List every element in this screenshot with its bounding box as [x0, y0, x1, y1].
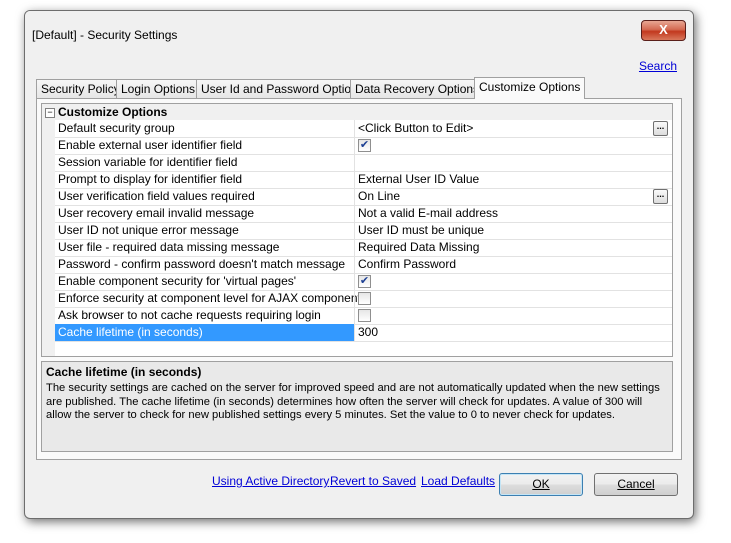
property-value[interactable]: Confirm Password: [358, 257, 456, 271]
column-divider: [354, 188, 355, 205]
edit-ellipsis-button[interactable]: ...: [653, 189, 668, 204]
property-checkbox[interactable]: [358, 309, 371, 322]
revert-to-saved-link[interactable]: Revert to Saved: [330, 474, 416, 488]
property-row[interactable]: Password - confirm password doesn't matc…: [55, 256, 672, 274]
column-divider: [354, 256, 355, 273]
close-icon: X: [659, 22, 668, 37]
property-checkbox[interactable]: [358, 292, 371, 305]
property-grid: − Customize Options Default security gro…: [41, 103, 673, 357]
column-divider: [354, 154, 355, 171]
tab-login-options[interactable]: Login Options: [116, 79, 201, 98]
column-divider: [354, 290, 355, 307]
tab-security-policy[interactable]: Security Policy: [36, 79, 125, 98]
column-divider: [354, 273, 355, 290]
ok-label: OK: [532, 477, 550, 491]
property-row[interactable]: User verification field values required O…: [55, 188, 672, 206]
property-row[interactable]: User ID not unique error message User ID …: [55, 222, 672, 240]
using-active-directory-link[interactable]: Using Active Directory: [212, 474, 329, 488]
property-name: Default security group: [58, 121, 175, 135]
property-name: Enforce security at component level for …: [58, 291, 367, 305]
edit-ellipsis-button[interactable]: ...: [653, 121, 668, 136]
property-row[interactable]: Enforce security at component level for …: [55, 290, 672, 308]
description-title: Cache lifetime (in seconds): [46, 365, 202, 379]
property-checkbox[interactable]: ✔: [358, 275, 371, 288]
tab-user-id-password-options[interactable]: User Id and Password Options: [196, 79, 369, 98]
property-value[interactable]: Required Data Missing: [358, 240, 479, 254]
property-row[interactable]: Ask browser to not cache requests requir…: [55, 307, 672, 325]
cancel-button[interactable]: Cancel: [594, 473, 678, 496]
property-row[interactable]: User file - required data missing messag…: [55, 239, 672, 257]
column-divider: [354, 324, 355, 341]
property-name: User file - required data missing messag…: [58, 240, 280, 254]
property-name: Ask browser to not cache requests requir…: [58, 308, 321, 322]
column-divider: [354, 205, 355, 222]
column-divider: [354, 137, 355, 154]
property-value[interactable]: User ID must be unique: [358, 223, 484, 237]
property-name: User recovery email invalid message: [58, 206, 255, 220]
column-divider: [354, 120, 355, 137]
property-name: Session variable for identifier field: [58, 155, 238, 169]
description-text: The security settings are cached on the …: [46, 382, 660, 421]
property-name: Prompt to display for identifier field: [58, 172, 243, 186]
property-value[interactable]: Not a valid E-mail address: [358, 206, 498, 220]
property-name: User verification field values required: [58, 189, 255, 203]
grid-margin: [42, 120, 55, 356]
property-row[interactable]: Session variable for identifier field: [55, 154, 672, 172]
search-link[interactable]: Search: [639, 59, 677, 73]
security-settings-dialog: [Default] - Security Settings X Search S…: [24, 10, 694, 519]
property-name: Enable component security for 'virtual p…: [58, 274, 297, 288]
window-title: [Default] - Security Settings: [32, 28, 178, 42]
column-divider: [354, 222, 355, 239]
property-row[interactable]: Enable component security for 'virtual p…: [55, 273, 672, 291]
property-value[interactable]: <Click Button to Edit>: [358, 121, 473, 135]
property-name: Password - confirm password doesn't matc…: [58, 257, 346, 271]
property-name: Cache lifetime (in seconds): [58, 325, 203, 339]
property-row[interactable]: Prompt to display for identifier field Ex…: [55, 171, 672, 189]
column-divider: [354, 171, 355, 188]
property-value[interactable]: On Line: [358, 189, 400, 203]
property-value[interactable]: External User ID Value: [358, 172, 479, 186]
column-divider: [354, 239, 355, 256]
property-checkbox[interactable]: ✔: [358, 139, 371, 152]
property-row[interactable]: User recovery email invalid message Not a…: [55, 205, 672, 223]
property-value[interactable]: 300: [358, 325, 378, 339]
property-row[interactable]: Cache lifetime (in seconds) 300: [55, 324, 672, 342]
column-divider: [354, 307, 355, 324]
ok-button[interactable]: OK: [499, 473, 583, 496]
title-bar[interactable]: [Default] - Security Settings X: [25, 11, 693, 59]
cancel-label: Cancel: [617, 477, 655, 491]
property-row[interactable]: Default security group <Click Button to E…: [55, 120, 672, 138]
collapse-icon[interactable]: −: [45, 108, 55, 118]
tab-panel: − Customize Options Default security gro…: [36, 98, 682, 460]
load-defaults-link[interactable]: Load Defaults: [421, 474, 495, 488]
tab-customize-options[interactable]: Customize Options: [474, 77, 586, 99]
category-header[interactable]: − Customize Options: [42, 104, 672, 120]
property-row[interactable]: Enable external user identifier field ✔: [55, 137, 672, 155]
close-button[interactable]: X: [641, 20, 686, 41]
description-panel: Cache lifetime (in seconds) The security…: [41, 361, 673, 452]
tab-data-recovery-options[interactable]: Data Recovery Options: [350, 79, 485, 98]
category-title: Customize Options: [58, 105, 168, 119]
property-name: Enable external user identifier field: [58, 138, 243, 152]
property-name: User ID not unique error message: [58, 223, 239, 237]
